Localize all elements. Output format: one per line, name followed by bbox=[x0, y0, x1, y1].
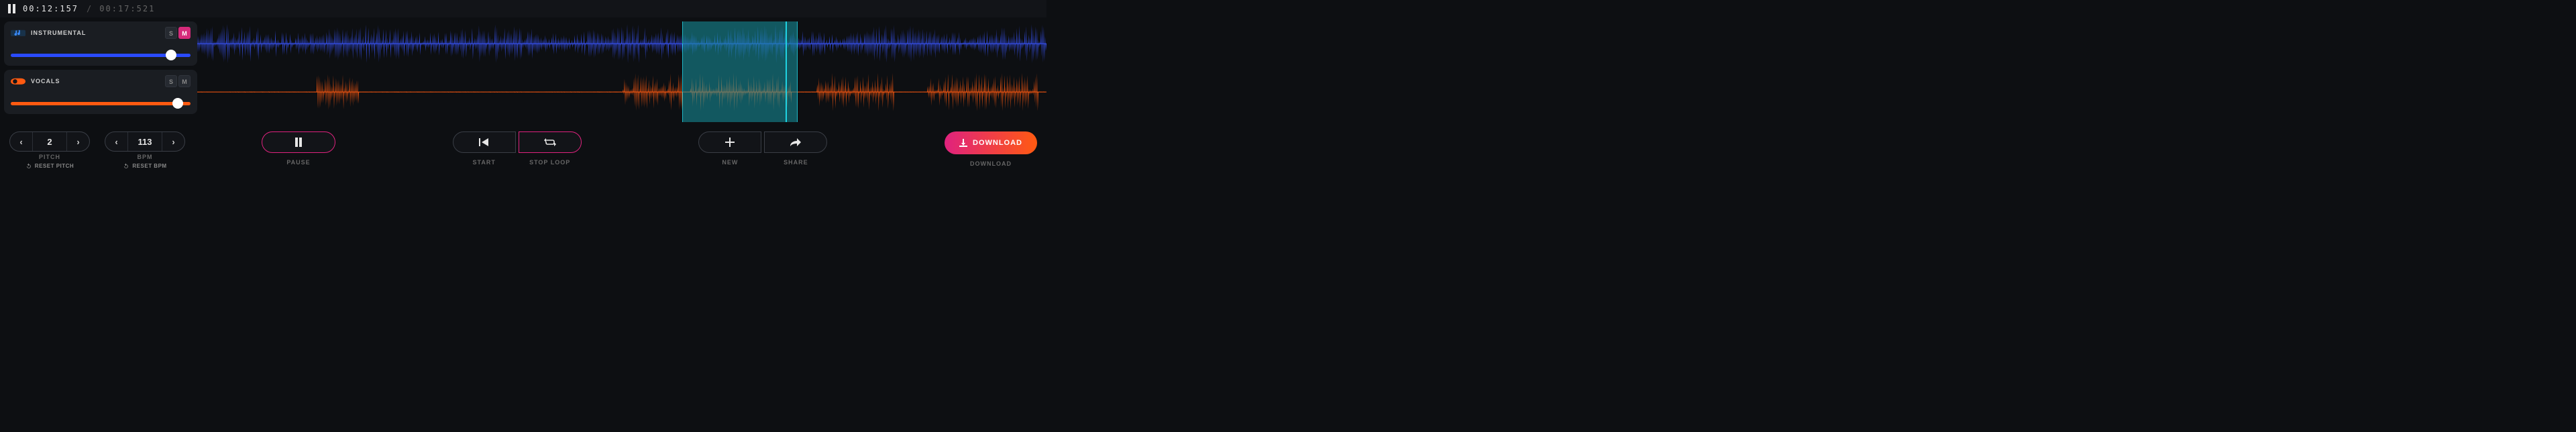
track-name: INSTRUMENTAL bbox=[31, 30, 160, 36]
music-note-icon bbox=[11, 28, 25, 38]
download-group: DOWNLOAD DOWNLOAD bbox=[945, 131, 1037, 167]
time-separator: / bbox=[87, 5, 91, 13]
pause-icon bbox=[294, 138, 303, 147]
bpm-down-button[interactable]: ‹ bbox=[105, 132, 128, 151]
plus-icon bbox=[725, 138, 735, 147]
reset-bpm-button[interactable]: RESET BPM bbox=[123, 163, 166, 170]
time-current: 00:12:157 bbox=[23, 5, 78, 13]
new-button[interactable] bbox=[698, 131, 761, 153]
download-button[interactable]: DOWNLOAD bbox=[945, 131, 1037, 154]
loop-button-pair bbox=[453, 131, 582, 153]
stop-loop-button[interactable] bbox=[519, 131, 582, 153]
bpm-value: 113 bbox=[128, 138, 162, 146]
bpm-stepper: ‹ 113 › bbox=[105, 131, 185, 152]
start-label: START bbox=[453, 160, 516, 166]
pitch-label: PITCH bbox=[39, 154, 60, 160]
track-row: VOCALS S M bbox=[4, 70, 1046, 114]
download-label: DOWNLOAD bbox=[970, 161, 1012, 167]
volume-slider-vocals[interactable] bbox=[11, 99, 191, 107]
solo-mute-group: S M bbox=[165, 75, 191, 87]
share-button[interactable] bbox=[764, 131, 827, 153]
pause-button[interactable] bbox=[262, 131, 335, 153]
bpm-up-button[interactable]: › bbox=[162, 132, 184, 151]
pitch-up-button[interactable]: › bbox=[66, 132, 89, 151]
loop-icon bbox=[544, 138, 556, 146]
volume-slider-instrumental[interactable] bbox=[11, 51, 191, 59]
track-row: INSTRUMENTAL S M bbox=[4, 21, 1046, 66]
reset-pitch-button[interactable]: RESET PITCH bbox=[25, 163, 74, 170]
mute-button[interactable]: M bbox=[178, 27, 191, 39]
reset-icon bbox=[123, 163, 129, 170]
solo-mute-group: S M bbox=[165, 27, 191, 39]
track-header-vocals: VOCALS S M bbox=[4, 70, 197, 114]
new-label: NEW bbox=[698, 160, 761, 166]
start-button[interactable] bbox=[453, 131, 516, 153]
pause-label: PAUSE bbox=[286, 160, 310, 166]
pitch-stepper: ‹ 2 › bbox=[9, 131, 90, 152]
bpm-control: ‹ 113 › BPM RESET BPM bbox=[105, 131, 185, 170]
reset-icon bbox=[25, 163, 32, 170]
controls-bar: ‹ 2 › PITCH RESET PITCH ‹ 113 › BPM RESE… bbox=[0, 126, 1046, 176]
pitch-value: 2 bbox=[33, 138, 66, 146]
pitch-down-button[interactable]: ‹ bbox=[10, 132, 33, 151]
solo-button[interactable]: S bbox=[165, 75, 177, 87]
pitch-control: ‹ 2 › PITCH RESET PITCH bbox=[9, 131, 90, 170]
share-label: SHARE bbox=[764, 160, 827, 166]
waveform-vocals[interactable] bbox=[197, 70, 1046, 114]
mic-icon bbox=[11, 76, 25, 86]
pause-group: PAUSE bbox=[262, 131, 335, 166]
skip-start-icon bbox=[479, 138, 490, 146]
solo-button[interactable]: S bbox=[165, 27, 177, 39]
pause-icon-small[interactable] bbox=[7, 4, 16, 13]
audio-editor: 00:12:157 / 00:17:521 INSTRUMENTAL S M bbox=[0, 0, 1046, 176]
stop-loop-label: STOP LOOP bbox=[519, 160, 582, 166]
share-icon bbox=[790, 138, 801, 146]
track-name: VOCALS bbox=[31, 78, 160, 85]
time-bar: 00:12:157 / 00:17:521 bbox=[0, 0, 1046, 17]
mute-button[interactable]: M bbox=[178, 75, 191, 87]
tracks-panel: INSTRUMENTAL S M bbox=[0, 17, 1046, 126]
waveform-instrumental[interactable] bbox=[197, 21, 1046, 66]
new-share-pair bbox=[698, 131, 827, 153]
bpm-label: BPM bbox=[138, 154, 153, 160]
time-total: 00:17:521 bbox=[99, 5, 155, 13]
track-header-instrumental: INSTRUMENTAL S M bbox=[4, 21, 197, 66]
download-icon bbox=[959, 139, 967, 147]
